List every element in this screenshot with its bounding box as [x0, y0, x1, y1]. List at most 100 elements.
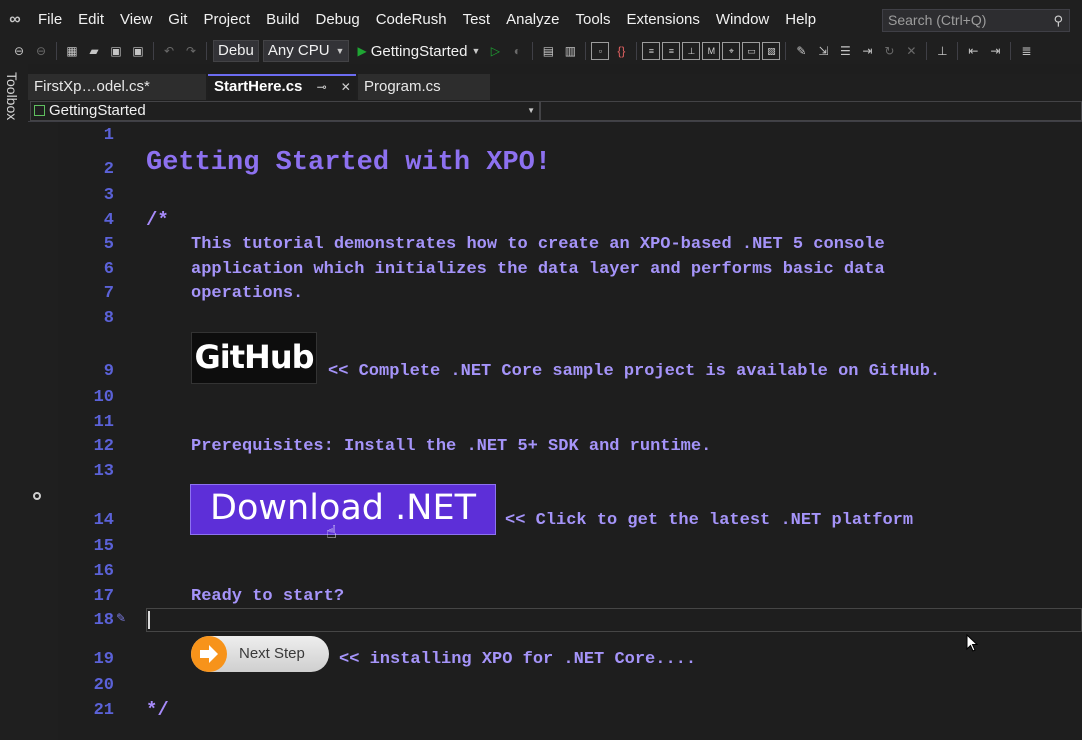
github-link-image[interactable]: GitHub — [191, 332, 317, 384]
menu-tools[interactable]: Tools — [567, 0, 618, 40]
toolbar-separator — [926, 42, 928, 60]
tab-starthere[interactable]: StartHere.cs ⊸ ✕ — [208, 74, 356, 100]
align-left-icon[interactable]: ≡ — [642, 42, 661, 60]
list-icon[interactable]: ☰ — [837, 43, 853, 59]
visual-studio-logo-icon[interactable]: ∞ — [0, 0, 30, 40]
glyph-margin[interactable] — [28, 122, 58, 740]
code-editor[interactable]: 1 2 3 4 5 6 7 8 9 10 11 12 13 14 15 16 1… — [28, 122, 1082, 740]
new-project-icon[interactable]: ▦ — [64, 43, 80, 59]
line-number: 8 — [103, 309, 114, 328]
navigate-back-icon[interactable]: ⊖ — [11, 43, 27, 59]
menu-test[interactable]: Test — [455, 0, 499, 40]
rich-text-icon[interactable]: ▭ — [742, 42, 761, 60]
next-step-button[interactable]: Next Step — [191, 636, 329, 672]
standard-toolbar: ⊖ ⊖ ▦ ▰ ▣ ▣ ↶ ↷ Debu Any CPU ▼ ▶ Getting… — [0, 38, 1082, 64]
menu-edit[interactable]: Edit — [70, 0, 112, 40]
solution-configuration-select[interactable]: Debu — [213, 40, 259, 62]
menu-file[interactable]: File — [30, 0, 70, 40]
line-number: 1 — [103, 126, 114, 145]
image-icon[interactable]: ▧ — [762, 42, 781, 60]
close-icon[interactable]: ✕ — [341, 80, 351, 94]
menu-bar: ∞ File Edit View Git Project Build Debug… — [0, 0, 1082, 40]
menu-debug[interactable]: Debug — [308, 0, 368, 40]
toolbar-separator — [532, 42, 534, 60]
line-number: 15 — [93, 537, 114, 556]
start-without-debugging-icon[interactable]: ▷ — [487, 43, 503, 59]
location-pin-icon[interactable]: ⌖ — [722, 42, 741, 60]
project-scope-select[interactable]: GettingStarted ▼ — [30, 101, 540, 121]
arrow-right-icon — [191, 636, 227, 672]
toolbox-tab[interactable]: Toolbox — [4, 72, 20, 120]
tab-firstxpo-model[interactable]: FirstXp…odel.cs* — [28, 74, 206, 100]
line-number: 3 — [103, 186, 114, 205]
line-number: 11 — [93, 413, 114, 432]
tab-label: StartHere.cs — [214, 78, 303, 95]
navigation-bar: GettingStarted ▼ — [28, 100, 1082, 122]
chevron-down-icon[interactable]: ▼ — [471, 46, 480, 56]
toolbar-separator — [785, 42, 787, 60]
next-step-label: Next Step — [239, 645, 305, 662]
export-icon[interactable]: ⇥ — [859, 43, 875, 59]
navigate-forward-icon[interactable]: ⊖ — [33, 43, 49, 59]
platform-value: Any CPU — [267, 42, 330, 59]
menu-extensions[interactable]: Extensions — [619, 0, 708, 40]
line-number: 21 — [93, 701, 114, 720]
menu-window[interactable]: Window — [708, 0, 777, 40]
bookmark-icon[interactable] — [33, 492, 41, 500]
save-all-icon[interactable]: ▣ — [130, 43, 146, 59]
format-icon[interactable]: ⊥ — [934, 43, 950, 59]
menu-git[interactable]: Git — [160, 0, 195, 40]
redo-icon[interactable]: ↷ — [183, 43, 199, 59]
download-dotnet-button[interactable]: Download .NET — [190, 484, 496, 535]
text-caret — [148, 611, 150, 629]
menu-analyze[interactable]: Analyze — [498, 0, 567, 40]
hot-reload-icon[interactable]: ◐ — [509, 43, 525, 59]
expand-icon[interactable]: ⇲ — [815, 43, 831, 59]
comment-icon[interactable]: ≣ — [1018, 43, 1034, 59]
project-icon — [34, 105, 45, 116]
pin-icon[interactable]: ⊸ — [317, 80, 327, 94]
menu-build[interactable]: Build — [258, 0, 307, 40]
coderush-toggle-icon[interactable]: ▫ — [591, 42, 610, 60]
open-file-icon[interactable]: ▰ — [86, 43, 102, 59]
refresh-icon[interactable]: ↻ — [881, 43, 897, 59]
layout-icon[interactable]: ▥ — [562, 43, 578, 59]
indent-icon[interactable]: ⇥ — [987, 43, 1003, 59]
line-number: 12 — [93, 437, 114, 456]
toolbox-strip — [0, 64, 28, 740]
undo-icon[interactable]: ↶ — [161, 43, 177, 59]
insert-icon[interactable]: ⊥ — [682, 42, 701, 60]
member-icon[interactable]: {} — [613, 43, 629, 59]
type-scope-select[interactable] — [540, 101, 1082, 121]
next-note: << installing XPO for .NET Core.... — [339, 650, 697, 669]
markdown-icon[interactable]: M — [702, 42, 721, 60]
solution-platform-select[interactable]: Any CPU ▼ — [262, 40, 350, 62]
line-number: 6 — [103, 260, 114, 279]
configuration-value: Debu — [218, 42, 254, 59]
tab-program[interactable]: Program.cs — [358, 74, 490, 100]
align-center-icon[interactable]: ≡ — [662, 42, 681, 60]
edit-pencil-icon: ✎ — [116, 611, 127, 625]
startup-project-button[interactable]: GettingStarted — [371, 43, 468, 60]
search-input[interactable]: Search (Ctrl+Q) ⚲ — [882, 9, 1070, 32]
menu-help[interactable]: Help — [777, 0, 824, 40]
hand-pointer-icon: ☝ — [326, 522, 337, 542]
toolbar-separator — [636, 42, 638, 60]
page-title: Getting Started with XPO! — [146, 148, 552, 178]
start-debugging-icon[interactable]: ▶ — [357, 44, 366, 58]
menu-project[interactable]: Project — [195, 0, 258, 40]
browser-link-icon[interactable]: ▤ — [540, 43, 556, 59]
line-number: 13 — [93, 462, 114, 481]
current-line-highlight — [146, 608, 1082, 632]
outdent-icon[interactable]: ⇤ — [965, 43, 981, 59]
tool-icon[interactable]: ✎ — [793, 43, 809, 59]
scope-value: GettingStarted — [49, 102, 146, 119]
menu-view[interactable]: View — [112, 0, 160, 40]
line-number: 2 — [103, 160, 114, 179]
save-icon[interactable]: ▣ — [108, 43, 124, 59]
stop-icon[interactable]: ✕ — [903, 43, 919, 59]
line-number: 4 — [103, 211, 114, 230]
menu-coderush[interactable]: CodeRush — [368, 0, 455, 40]
toolbar-separator — [153, 42, 154, 60]
tab-label: FirstXp…odel.cs* — [34, 78, 150, 95]
